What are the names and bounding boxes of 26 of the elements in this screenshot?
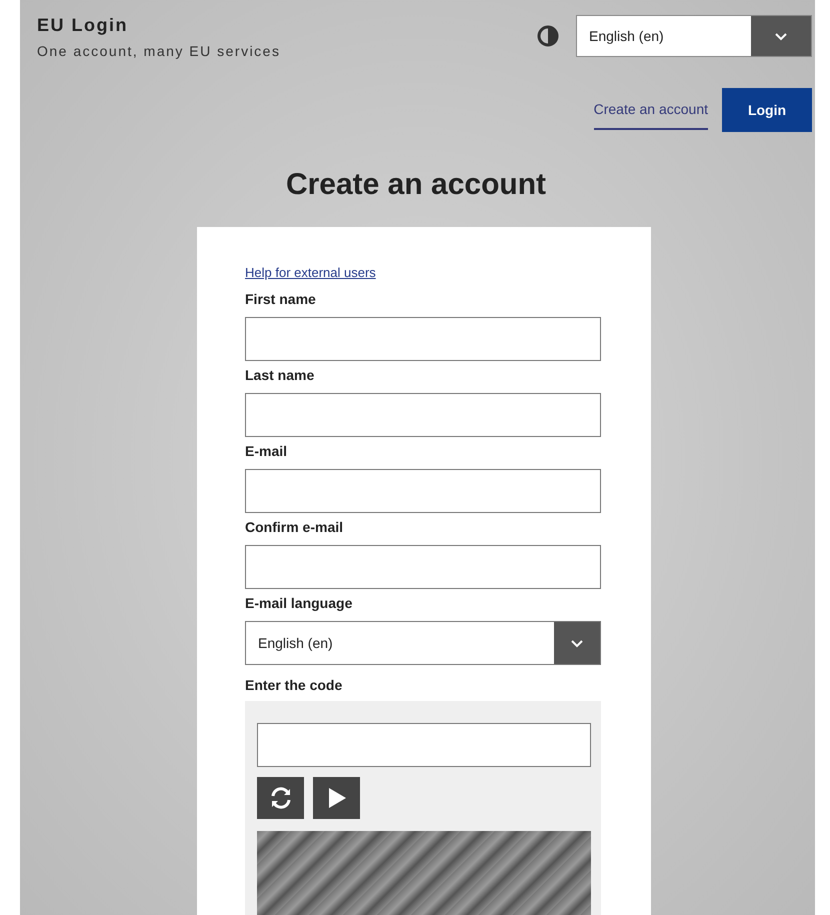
play-button[interactable] (313, 777, 360, 819)
captcha-input-field[interactable] (257, 723, 591, 767)
site-title: EU Login (37, 14, 129, 36)
input-field[interactable] (245, 317, 601, 361)
chevron-down-icon (570, 638, 584, 648)
refresh-icon (268, 787, 292, 809)
site-subtitle: One account, many EU services (37, 42, 280, 61)
create-account-link[interactable]: Create an account (594, 98, 708, 130)
contrast-icon[interactable] (537, 25, 559, 47)
language-select[interactable]: English (en) (245, 621, 601, 665)
field-label: First name (245, 290, 317, 309)
input-field[interactable] (245, 469, 601, 513)
refresh-button[interactable] (257, 777, 304, 819)
field-label: Enter the code (245, 676, 344, 695)
field-label: E-mail (245, 442, 288, 461)
language-select[interactable]: English (en) (576, 15, 812, 57)
field-label: E-mail language (245, 594, 354, 613)
login-button[interactable]: Login (722, 88, 812, 132)
page-title: Create an account (286, 167, 546, 203)
chevron-down-icon (774, 32, 788, 40)
input-field[interactable] (245, 545, 601, 589)
field-label: Last name (245, 366, 316, 385)
field-label: Confirm e-mail (245, 518, 344, 537)
input-field[interactable] (245, 393, 601, 437)
help-link[interactable]: Help for external users (245, 265, 376, 280)
play-icon (326, 787, 346, 809)
